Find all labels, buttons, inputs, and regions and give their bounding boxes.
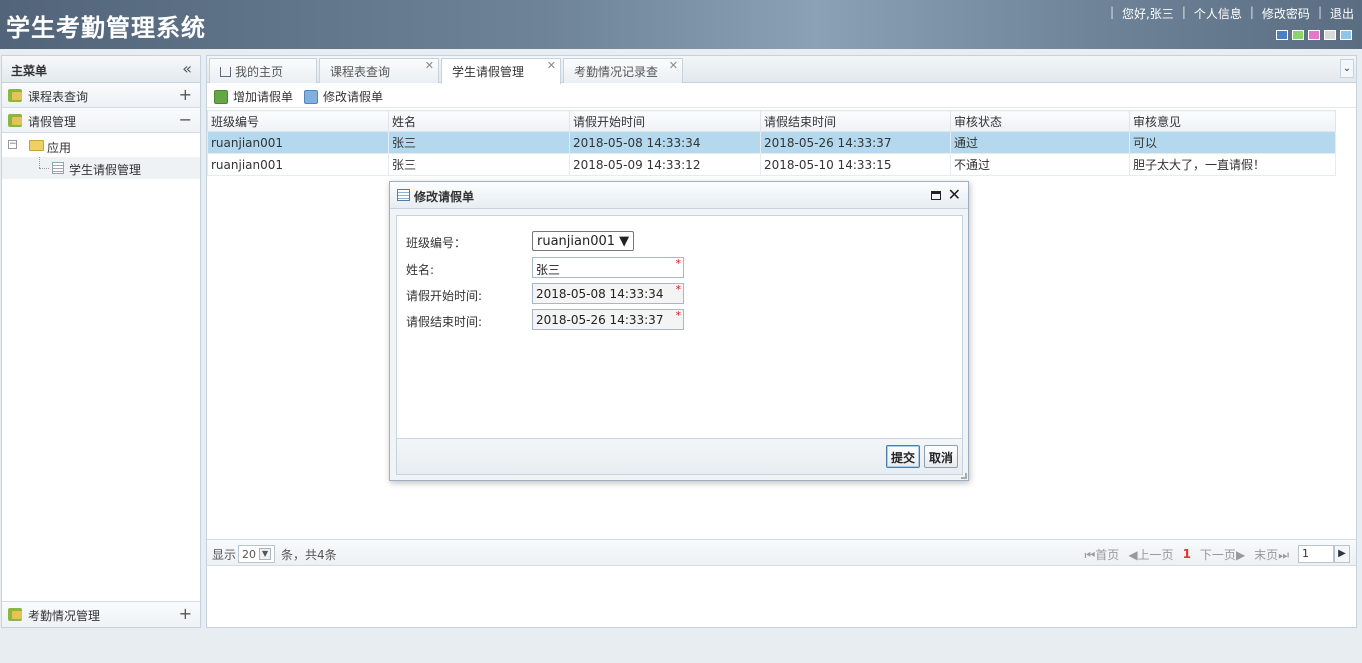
folder-panel-icon (8, 114, 22, 127)
col-header[interactable]: 审核意见 (1129, 110, 1336, 132)
add-icon (214, 89, 228, 104)
table-row[interactable]: ruanjian001 张三 2018-05-09 14:33:12 2018-… (207, 153, 1336, 176)
dialog-header[interactable]: 修改请假单 ✕ (390, 182, 968, 209)
required-mark: * (675, 283, 682, 296)
required-mark: * (675, 257, 682, 270)
close-icon[interactable]: ✕ (547, 59, 556, 72)
sidebar-bottom: 考勤情况管理 + (2, 601, 200, 627)
theme-green[interactable] (1292, 30, 1304, 40)
end-time-label: 请假结束时间: (406, 315, 483, 329)
menu-tree: − 应用 学生请假管理 (2, 133, 200, 179)
theme-gray[interactable] (1324, 30, 1336, 40)
file-icon (52, 162, 64, 174)
theme-lightblue[interactable] (1340, 30, 1352, 40)
end-time-input[interactable]: 2018-05-26 14:33:37 * (532, 309, 684, 330)
tab-home[interactable]: 我的主页 (209, 58, 317, 83)
dialog-title: 修改请假单 (414, 190, 475, 204)
next-page-button[interactable]: 下一页▶ (1200, 546, 1245, 563)
tab-leave-management[interactable]: 学生请假管理 ✕ (441, 58, 561, 84)
tab-menu-icon[interactable]: ⌄ (1340, 59, 1354, 78)
form-icon (397, 189, 410, 201)
dialog-body: 班级编号： ruanjian001 ▼ 姓名: 张三 * 请假开始时间: 201… (396, 215, 963, 439)
required-mark: * (675, 309, 682, 322)
start-time-label: 请假开始时间: (406, 289, 483, 303)
sidebar-panel-schedule[interactable]: 课程表查询 + (2, 83, 200, 108)
add-leave-button[interactable]: 增加请假单 (214, 88, 293, 105)
prev-page-button[interactable]: ◀上一页 (1128, 546, 1173, 563)
close-icon[interactable]: ✕ (425, 59, 434, 72)
toolbar: 增加请假单 修改请假单 (207, 83, 1356, 108)
sidebar-panel-leave[interactable]: 请假管理 − (2, 108, 200, 133)
sidebar-header: 主菜单 « (2, 56, 200, 83)
submit-button[interactable]: 提交 (886, 445, 921, 468)
edit-icon (304, 89, 318, 104)
panel-label: 请假管理 (28, 115, 77, 129)
logout-link[interactable]: 退出 (1330, 5, 1354, 22)
start-time-input[interactable]: 2018-05-08 14:33:34 * (532, 283, 684, 304)
app-title: 学生考勤管理系统 (6, 14, 206, 42)
maximize-icon[interactable] (931, 191, 941, 200)
col-header[interactable]: 班级编号 (207, 110, 389, 132)
name-label: 姓名: (406, 263, 435, 277)
dialog-footer: 提交 取消 (396, 439, 963, 475)
profile-link[interactable]: 个人信息 (1194, 5, 1242, 22)
tree-toggle-icon[interactable]: − (8, 140, 17, 149)
sidebar-panel-attendance[interactable]: 考勤情况管理 + (2, 602, 200, 627)
expand-icon[interactable]: + (179, 85, 192, 104)
name-input[interactable]: 张三 * (532, 257, 684, 278)
folder-panel-icon (8, 608, 22, 621)
edit-leave-button[interactable]: 修改请假单 (304, 88, 383, 105)
pager-show-label: 显示 (212, 547, 237, 562)
first-page-button[interactable]: ⏮首页 (1084, 546, 1119, 563)
sidebar: 主菜单 « 课程表查询 + 请假管理 − − 应用 学生请假管理 考勤情况管理 … (1, 55, 201, 628)
theme-pink[interactable] (1308, 30, 1320, 40)
expand-icon[interactable]: + (179, 604, 192, 623)
go-page-icon[interactable]: ▶ (1334, 545, 1350, 563)
pager-summary: 条，共4条 (281, 547, 337, 562)
resize-handle[interactable] (961, 473, 967, 479)
last-page-button[interactable]: 末页⏭ (1254, 546, 1289, 563)
app-header: 学生考勤管理系统 | 您好,张三 | 个人信息 | 修改密码 | 退出 (0, 0, 1362, 49)
theme-blue[interactable] (1276, 30, 1288, 40)
class-select[interactable]: ruanjian001 ▼ (532, 231, 635, 251)
tab-attendance-records[interactable]: 考勤情况记录查 ✕ (563, 58, 683, 83)
col-header[interactable]: 审核状态 (950, 110, 1130, 132)
close-icon[interactable]: ✕ (948, 185, 961, 204)
folder-panel-icon (8, 89, 22, 102)
page-size-select[interactable]: 20 ▼ (238, 545, 276, 563)
cancel-button[interactable]: 取消 (924, 445, 959, 468)
current-page: 1 (1182, 547, 1191, 561)
tab-bar: 我的主页 课程表查询 ✕ 学生请假管理 ✕ 考勤情况记录查 ✕ ⌄ (207, 56, 1356, 84)
class-label: 班级编号： (406, 236, 467, 250)
col-header[interactable]: 请假结束时间 (760, 110, 951, 132)
close-icon[interactable]: ✕ (669, 59, 678, 72)
tree-node-label: 应用 (47, 141, 72, 155)
collapse-panel-icon[interactable]: − (179, 110, 192, 129)
sidebar-title: 主菜单 (11, 64, 48, 78)
panel-label: 课程表查询 (28, 90, 89, 104)
tree-node-leave-management[interactable]: 学生请假管理 (2, 157, 200, 179)
table-row[interactable]: ruanjian001 张三 2018-05-08 14:33:34 2018-… (207, 131, 1336, 154)
panel-label: 考勤情况管理 (28, 609, 101, 623)
tree-node-app[interactable]: − 应用 (2, 135, 200, 157)
page-number-input[interactable]: 1 (1298, 545, 1334, 563)
leave-table: 班级编号 姓名 请假开始时间 请假结束时间 审核状态 审核意见 ruanjian… (207, 110, 1336, 176)
footer (0, 630, 1362, 663)
pagination-bar: 显示 20 ▼ 条，共4条 ⏮首页 ◀上一页 1 下一页▶ 末页⏭ 1 ▶ (207, 539, 1356, 566)
folder-icon (29, 140, 44, 151)
header-links: | 您好,张三 | 个人信息 | 修改密码 | 退出 (1109, 5, 1354, 22)
tab-schedule[interactable]: 课程表查询 ✕ (319, 58, 439, 83)
home-icon (220, 67, 231, 77)
tree-node-label: 学生请假管理 (69, 163, 142, 177)
theme-switcher (1276, 30, 1352, 40)
greeting-link[interactable]: 您好,张三 (1122, 5, 1174, 22)
chevron-down-icon: ▼ (259, 548, 272, 560)
col-header[interactable]: 请假开始时间 (569, 110, 761, 132)
change-password-link[interactable]: 修改密码 (1262, 5, 1310, 22)
collapse-icon[interactable]: « (182, 59, 192, 78)
col-header[interactable]: 姓名 (388, 110, 570, 132)
edit-leave-dialog: 修改请假单 ✕ 班级编号： ruanjian001 ▼ 姓名: 张三 * 请假开… (389, 181, 969, 481)
